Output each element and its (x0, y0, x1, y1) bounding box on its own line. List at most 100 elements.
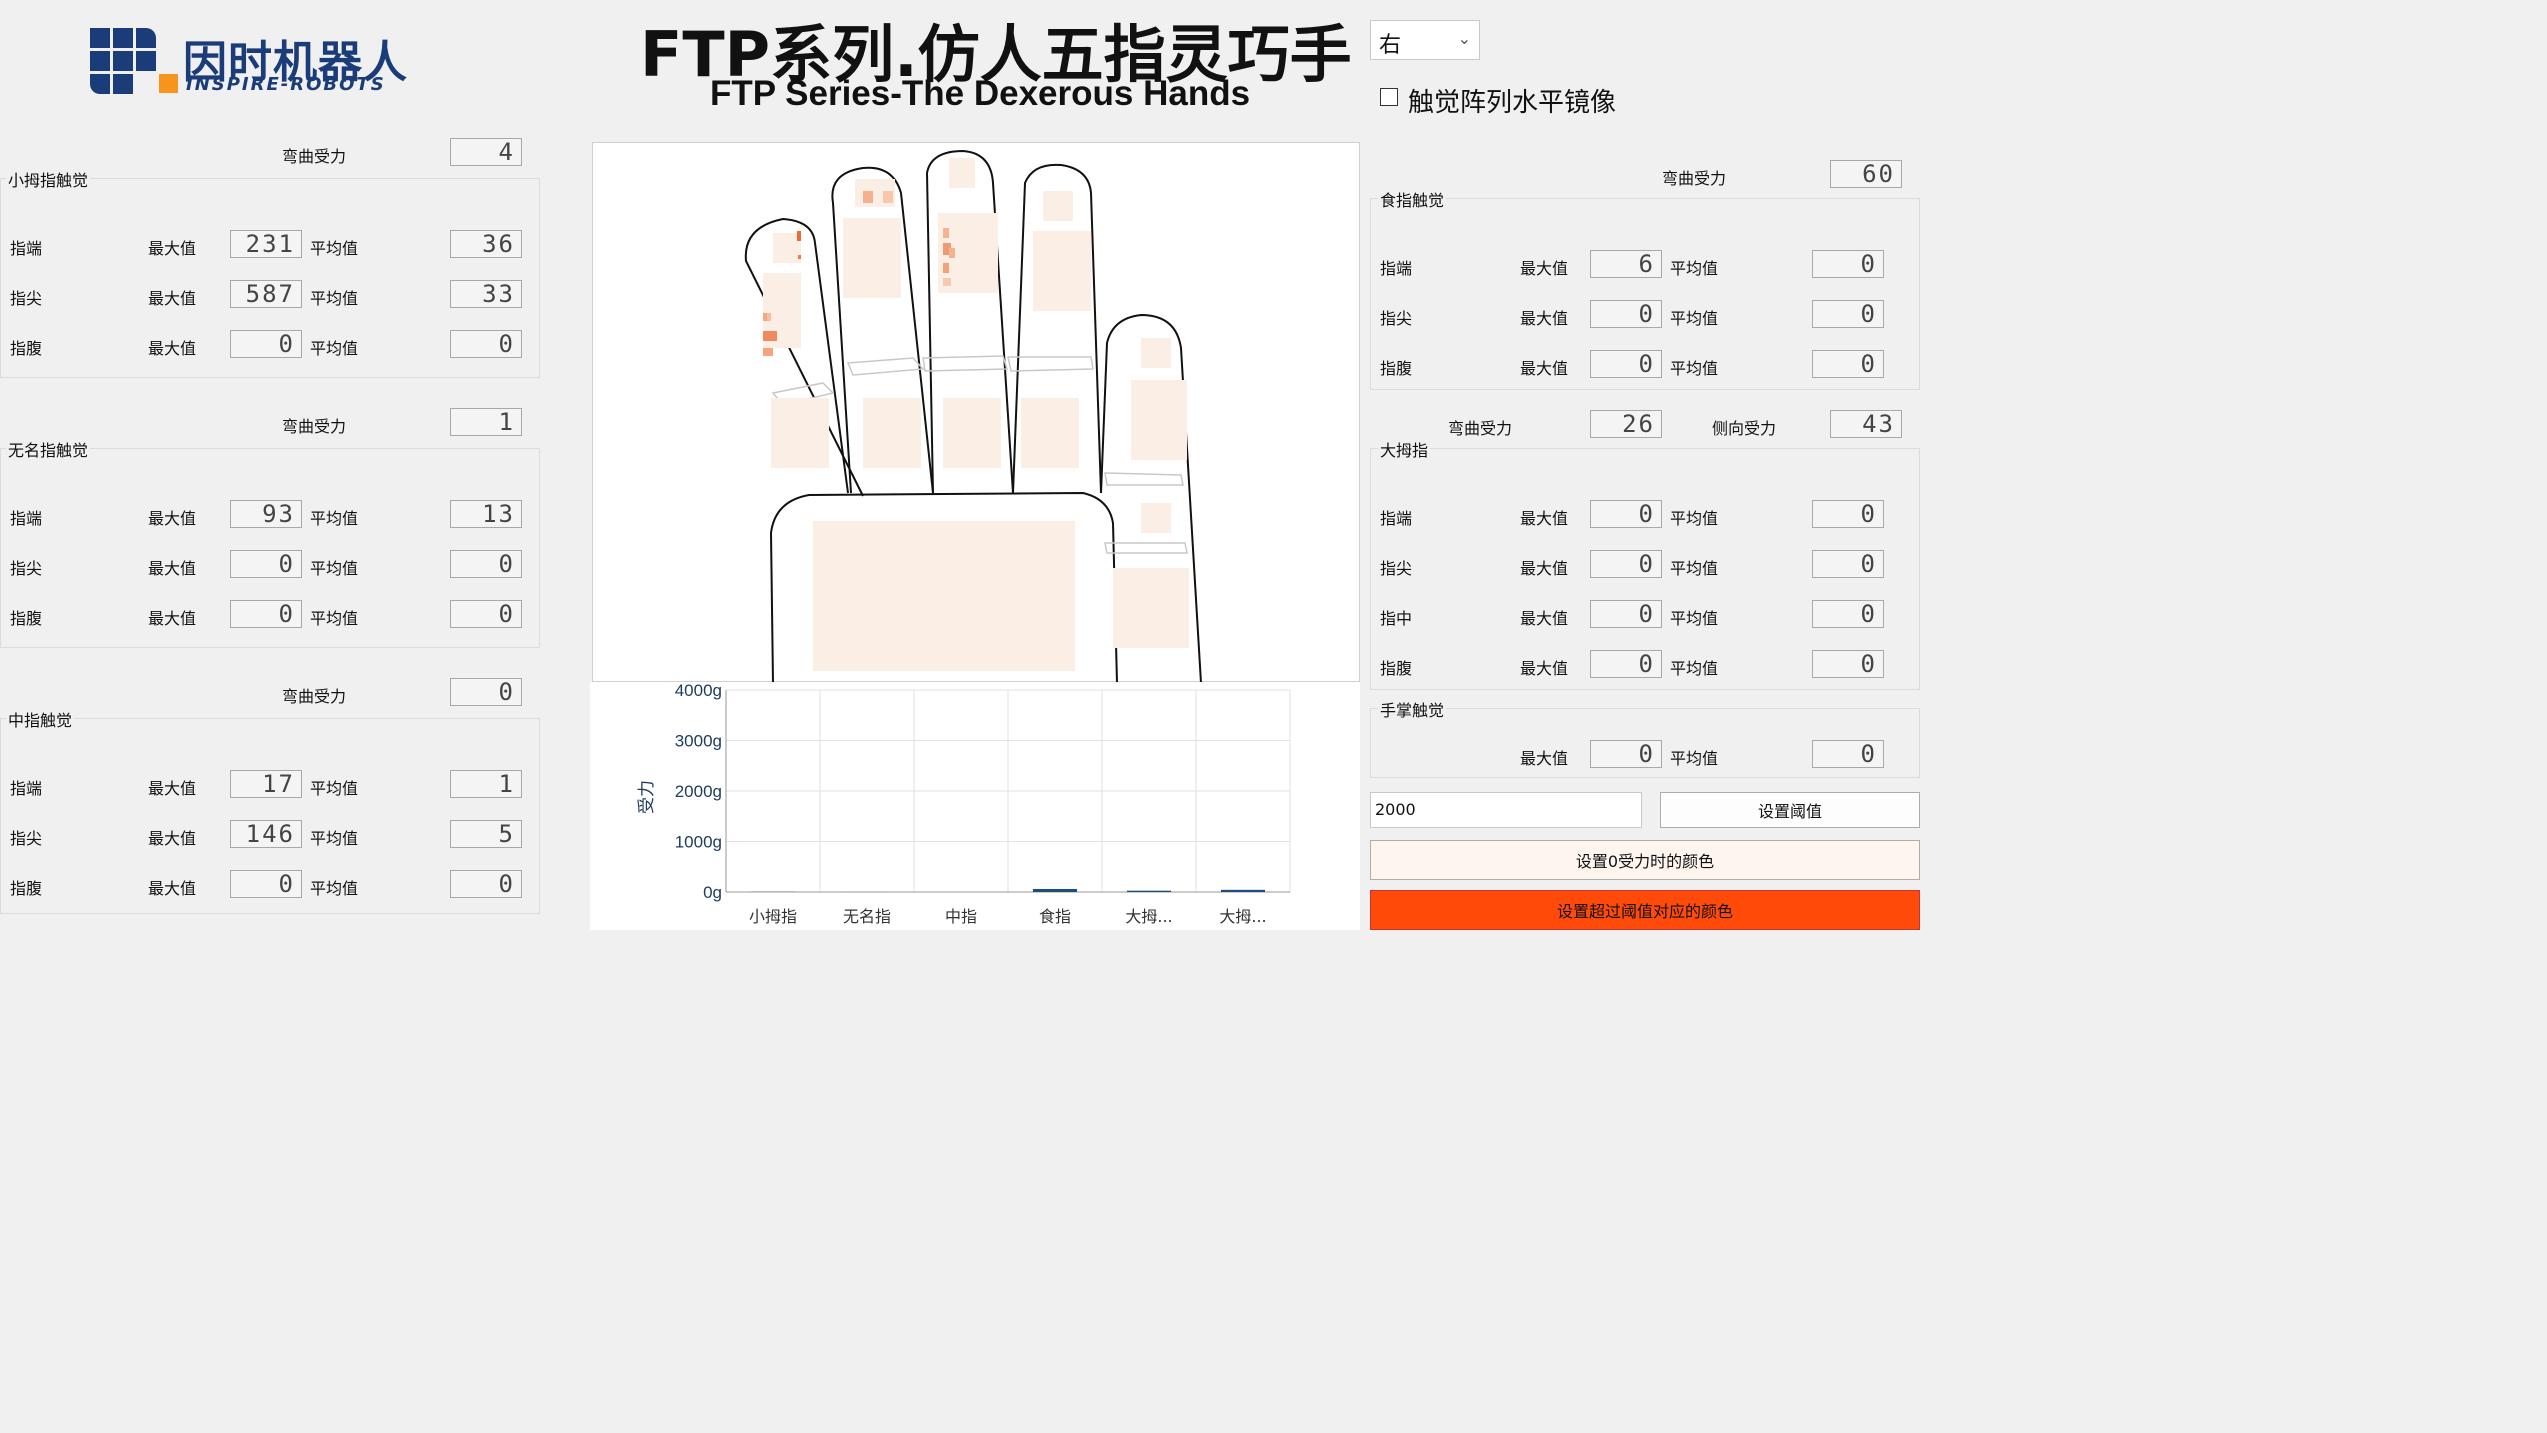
logo-text-en: INSPIRE-ROBOTS (186, 74, 386, 95)
avg-label: 平均值 (310, 609, 359, 628)
bend-force-label: 弯曲受力 (282, 417, 347, 436)
sensor-patch (1043, 191, 1073, 221)
max-label: 最大值 (148, 289, 197, 308)
avg-label: 平均值 (310, 289, 359, 308)
y-tick-label: 1000g (675, 833, 722, 852)
hand-tactile-canvas (592, 142, 1360, 683)
force-bar-chart: 4000g 3000g 2000g 1000g 0g 受力 小拇指 无名指 中指 食指 大拇... 大… (590, 681, 1360, 930)
logo-square (113, 28, 133, 48)
max-display: 146 (230, 820, 302, 848)
x-tick-label: 食指 (1039, 907, 1071, 926)
avg-label: 平均值 (310, 509, 359, 528)
avg-label: 平均值 (310, 339, 359, 358)
zone-label: 指尖 (10, 289, 43, 308)
max-label: 最大值 (1520, 309, 1569, 328)
avg-display: 0 (450, 600, 522, 628)
avg-label: 平均值 (1670, 309, 1719, 328)
max-label: 最大值 (1520, 359, 1569, 378)
logo-square (90, 28, 110, 48)
y-tick-label: 4000g (675, 682, 722, 700)
max-label: 最大值 (1520, 259, 1569, 278)
palm-avg-display: 0 (1812, 740, 1884, 768)
index-bend-label: 弯曲受力 (1662, 169, 1727, 188)
thumb-side-display: 43 (1830, 410, 1902, 438)
bar (1127, 890, 1171, 892)
max-display: 0 (1590, 350, 1662, 378)
logo-square (113, 51, 133, 71)
thumb-side-label: 侧向受力 (1712, 419, 1777, 438)
max-display: 0 (230, 600, 302, 628)
palm-avg-label: 平均值 (1670, 749, 1719, 768)
avg-display: 0 (450, 550, 522, 578)
zone-label: 指腹 (1380, 659, 1413, 678)
hand-select[interactable]: 右 ⌄ (1370, 20, 1480, 60)
sensor-patch (1131, 380, 1187, 460)
zone-label: 指尖 (1380, 309, 1413, 328)
palm-max-display: 0 (1590, 740, 1662, 768)
max-label: 最大值 (148, 339, 197, 358)
zone-label: 指中 (1380, 609, 1413, 628)
thumb-group-title: 大拇指 (1378, 437, 1431, 461)
sensor-patch (1141, 503, 1171, 533)
x-tick-label: 小拇指 (749, 907, 797, 926)
avg-display: 0 (1812, 650, 1884, 678)
chevron-down-icon: ⌄ (1457, 29, 1471, 48)
zone-label: 指腹 (10, 879, 43, 898)
avg-display: 0 (450, 870, 522, 898)
x-tick-label: 大拇... (1219, 907, 1266, 926)
bend-force-label: 弯曲受力 (282, 687, 347, 706)
sensor-patch (843, 218, 901, 298)
mirror-checkbox[interactable] (1380, 88, 1398, 106)
chart-svg: 4000g 3000g 2000g 1000g 0g 受力小拇指 无名指 中指 食指 大拇... 大… (637, 681, 1291, 926)
avg-label: 平均值 (1670, 509, 1719, 528)
logo-square (90, 51, 110, 71)
avg-display: 36 (450, 230, 522, 258)
bend-force-label: 弯曲受力 (282, 147, 347, 166)
bend-force-display: 0 (450, 678, 522, 706)
max-label: 最大值 (148, 779, 197, 798)
max-display: 0 (1590, 650, 1662, 678)
zone-label: 指端 (10, 509, 43, 528)
max-label: 最大值 (148, 239, 197, 258)
max-label: 最大值 (148, 509, 197, 528)
max-display: 0 (230, 550, 302, 578)
y-axis-label: 受力 (637, 780, 657, 814)
avg-label: 平均值 (1670, 259, 1719, 278)
logo-square (113, 74, 133, 94)
avg-display: 13 (450, 500, 522, 528)
avg-display: 0 (1812, 250, 1884, 278)
max-label: 最大值 (148, 829, 197, 848)
zero-color-button[interactable]: 设置0受力时的颜色 (1370, 840, 1920, 880)
palm-group-title: 手掌触觉 (1378, 697, 1447, 721)
x-tick-label: 无名指 (843, 907, 891, 926)
max-label: 最大值 (148, 879, 197, 898)
hand-outline-svg (744, 149, 1202, 683)
avg-display: 1 (450, 770, 522, 798)
palm-max-label: 最大值 (1520, 749, 1569, 768)
sensor-patch (1033, 231, 1091, 311)
max-display: 0 (230, 870, 302, 898)
avg-label: 平均值 (1670, 559, 1719, 578)
max-label: 最大值 (1520, 559, 1569, 578)
sensor-patch (949, 158, 975, 188)
sensor-patch (1141, 338, 1171, 368)
zone-label: 指端 (10, 239, 43, 258)
finger-group-title: 无名指触觉 (6, 437, 91, 461)
avg-label: 平均值 (1670, 609, 1719, 628)
avg-display: 0 (450, 330, 522, 358)
avg-label: 平均值 (310, 559, 359, 578)
page-subtitle: FTP Series-The Dexerous Hands (709, 74, 1251, 113)
sensor-patch (771, 398, 829, 468)
max-display: 0 (1590, 550, 1662, 578)
sensor-patch-palm (813, 521, 1075, 671)
sensor-patch (1021, 398, 1079, 468)
set-threshold-button[interactable]: 设置阈值 (1660, 792, 1920, 828)
avg-display: 5 (450, 820, 522, 848)
threshold-input[interactable]: 2000 (1370, 792, 1642, 828)
bar (1221, 889, 1265, 892)
hand-select-value: 右 (1379, 33, 1402, 58)
zone-label: 指端 (1380, 509, 1413, 528)
finger-group-title: 中指触觉 (6, 707, 75, 731)
over-color-button[interactable]: 设置超过阈值对应的颜色 (1370, 890, 1920, 930)
max-label: 最大值 (148, 559, 197, 578)
